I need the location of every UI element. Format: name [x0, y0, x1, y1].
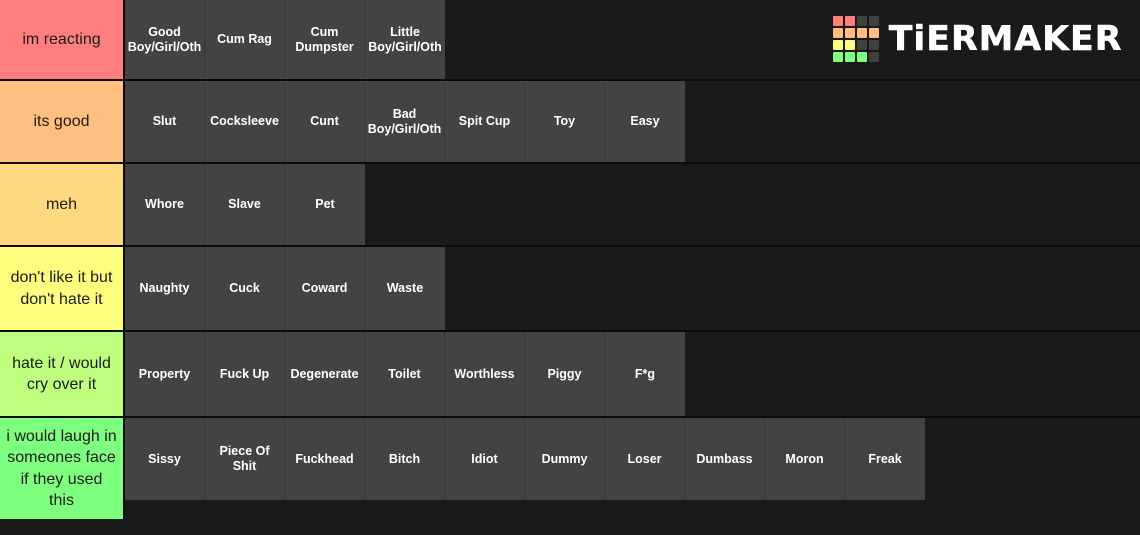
tier-item[interactable]: Fuck Up — [205, 332, 285, 416]
tier-item[interactable]: Degenerate — [285, 332, 365, 416]
tier-row: meh Whore Slave Pet — [0, 164, 1140, 247]
tier-items-5[interactable]: Sissy Piece Of Shit Fuckhead Bitch Idiot… — [125, 418, 1140, 519]
tier-list-board: TiERMAKER im reacting Good Boy/Girl/Oth … — [0, 0, 1140, 535]
tier-item[interactable]: Piece Of Shit — [205, 418, 285, 500]
tier-item[interactable]: Worthless — [445, 332, 525, 416]
tier-item[interactable]: Toilet — [365, 332, 445, 416]
tier-item[interactable]: Waste — [365, 247, 445, 330]
tier-label-3[interactable]: don't like it but don't hate it — [0, 247, 125, 330]
tier-row: its good Slut Cocksleeve Cunt Bad Boy/Gi… — [0, 81, 1140, 164]
tier-row: don't like it but don't hate it Naughty … — [0, 247, 1140, 332]
tier-label-1[interactable]: its good — [0, 81, 125, 162]
tier-item[interactable]: Dummy — [525, 418, 605, 500]
tier-label-5[interactable]: i would laugh in someones face if they u… — [0, 418, 125, 519]
tier-item[interactable]: Bad Boy/Girl/Oth — [365, 81, 445, 162]
tier-item[interactable]: Moron — [765, 418, 845, 500]
tier-row: hate it / would cry over it Property Fuc… — [0, 332, 1140, 418]
tier-item[interactable]: Cum Rag — [205, 0, 285, 79]
tier-item[interactable]: Piggy — [525, 332, 605, 416]
tier-item[interactable]: Loser — [605, 418, 685, 500]
tier-item[interactable]: Good Boy/Girl/Oth — [125, 0, 205, 79]
tier-item[interactable]: Whore — [125, 164, 205, 245]
tier-item[interactable]: Spit Cup — [445, 81, 525, 162]
tier-item[interactable]: Sissy — [125, 418, 205, 500]
tier-items-1[interactable]: Slut Cocksleeve Cunt Bad Boy/Girl/Oth Sp… — [125, 81, 1140, 162]
tier-label-0[interactable]: im reacting — [0, 0, 125, 79]
tier-item[interactable]: Slut — [125, 81, 205, 162]
tier-item[interactable]: Toy — [525, 81, 605, 162]
tier-item[interactable]: Cocksleeve — [205, 81, 285, 162]
tier-items-2[interactable]: Whore Slave Pet — [125, 164, 1140, 245]
tier-items-3[interactable]: Naughty Cuck Coward Waste — [125, 247, 1140, 330]
tier-item[interactable]: Easy — [605, 81, 685, 162]
tier-item[interactable]: Property — [125, 332, 205, 416]
tier-item[interactable]: Cunt — [285, 81, 365, 162]
tier-item[interactable]: Fuckhead — [285, 418, 365, 500]
tier-items-0[interactable]: Good Boy/Girl/Oth Cum Rag Cum Dumpster L… — [125, 0, 1140, 79]
tier-item[interactable]: Idiot — [445, 418, 525, 500]
tier-item[interactable]: Freak — [845, 418, 925, 500]
tier-items-4[interactable]: Property Fuck Up Degenerate Toilet Worth… — [125, 332, 1140, 416]
tier-item[interactable]: Dumbass — [685, 418, 765, 500]
tier-label-4[interactable]: hate it / would cry over it — [0, 332, 125, 416]
tier-label-2[interactable]: meh — [0, 164, 125, 245]
tier-row: i would laugh in someones face if they u… — [0, 418, 1140, 519]
tier-item[interactable]: Bitch — [365, 418, 445, 500]
tier-item[interactable]: F*g — [605, 332, 685, 416]
tier-item[interactable]: Slave — [205, 164, 285, 245]
tier-item[interactable]: Coward — [285, 247, 365, 330]
tier-row: im reacting Good Boy/Girl/Oth Cum Rag Cu… — [0, 0, 1140, 81]
tier-item[interactable]: Little Boy/Girl/Oth — [365, 0, 445, 79]
tier-item[interactable]: Cuck — [205, 247, 285, 330]
tier-item[interactable]: Cum Dumpster — [285, 0, 365, 79]
tier-item[interactable]: Pet — [285, 164, 365, 245]
tier-item[interactable]: Naughty — [125, 247, 205, 330]
